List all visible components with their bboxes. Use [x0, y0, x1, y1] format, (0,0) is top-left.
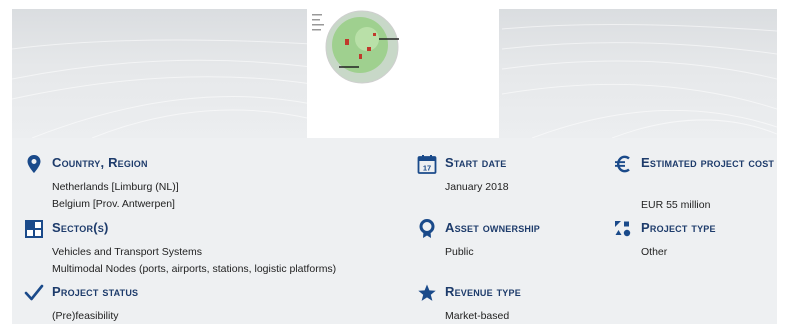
banner — [12, 9, 777, 138]
project-card: Country, Region Netherlands [Limburg (NL… — [12, 9, 777, 324]
grid-squares-icon — [25, 220, 43, 238]
estimated-cost-value: EUR 55 million — [641, 199, 711, 211]
euro-icon — [615, 155, 630, 173]
sectors-label: Sector(s) — [52, 220, 109, 235]
country-region-value: Belgium [Prov. Antwerpen] — [52, 198, 175, 210]
sector-value: Vehicles and Transport Systems — [52, 246, 202, 258]
checkmark-icon — [24, 284, 44, 301]
revenue-type-values: Market-based — [445, 308, 509, 324]
country-region-label: Country, Region — [52, 155, 148, 170]
location-pin-icon — [27, 155, 41, 173]
asset-ownership-label: Asset ownership — [445, 220, 541, 235]
sectors-values: Vehicles and Transport Systems Multimoda… — [52, 244, 336, 278]
asset-ownership-value: Public — [445, 246, 474, 258]
project-type-value: Other — [641, 246, 668, 258]
start-date-label: Start date — [445, 155, 507, 170]
sector-value: Multimodal Nodes (ports, airports, stati… — [52, 263, 337, 275]
country-region-value: Netherlands [Limburg (NL)] — [52, 181, 179, 193]
revenue-type-value: Market-based — [445, 310, 510, 322]
estimated-cost-values: EUR 55 million — [641, 197, 710, 214]
award-ribbon-icon — [419, 219, 435, 238]
start-date-value: January 2018 — [445, 181, 509, 193]
calendar-day: 17 — [423, 164, 431, 173]
shapes-icon — [615, 221, 631, 237]
calendar-icon: 17 — [417, 155, 437, 174]
star-icon — [418, 284, 436, 301]
map-thumbnail[interactable] — [307, 9, 499, 138]
estimated-cost-label: Estimated project cost — [641, 155, 775, 170]
project-status-value: (Pre)feasibility — [52, 310, 119, 322]
project-status-values: (Pre)feasibility — [52, 308, 119, 324]
revenue-type-label: Revenue type — [445, 284, 521, 299]
project-type-label: Project type — [641, 220, 716, 235]
project-type-values: Other — [641, 244, 667, 261]
start-date-values: January 2018 — [445, 179, 509, 196]
asset-ownership-values: Public — [445, 244, 474, 261]
project-status-label: Project status — [52, 284, 139, 299]
country-region-values: Netherlands [Limburg (NL)] Belgium [Prov… — [52, 179, 179, 213]
